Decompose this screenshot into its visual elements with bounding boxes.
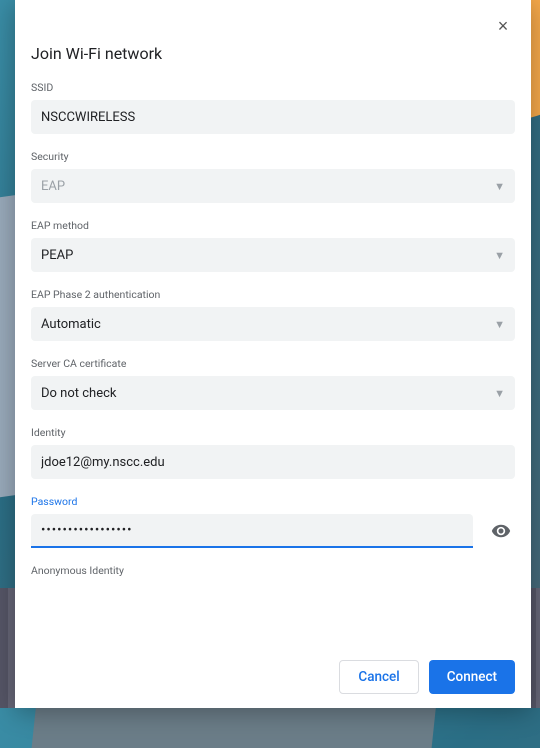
security-select[interactable]: EAP ▼ bbox=[31, 169, 515, 203]
cancel-button[interactable]: Cancel bbox=[339, 660, 418, 694]
password-input[interactable] bbox=[41, 514, 463, 546]
identity-input-wrap[interactable] bbox=[31, 445, 515, 479]
server-ca-label: Server CA certificate bbox=[31, 357, 515, 370]
dialog-footer: Cancel Connect bbox=[15, 632, 531, 694]
close-icon: × bbox=[498, 16, 509, 37]
anonymous-field: Anonymous Identity bbox=[31, 564, 515, 577]
server-ca-select[interactable]: Do not check ▼ bbox=[31, 376, 515, 410]
security-field: Security EAP ▼ bbox=[31, 150, 515, 203]
eap-method-label: EAP method bbox=[31, 219, 515, 232]
eap-method-select[interactable]: PEAP ▼ bbox=[31, 238, 515, 272]
anonymous-label: Anonymous Identity bbox=[31, 564, 515, 577]
eye-icon bbox=[491, 521, 511, 541]
close-button[interactable]: × bbox=[489, 12, 517, 40]
chevron-down-icon: ▼ bbox=[494, 180, 505, 193]
server-ca-field: Server CA certificate Do not check ▼ bbox=[31, 357, 515, 410]
identity-field: Identity bbox=[31, 426, 515, 479]
identity-label: Identity bbox=[31, 426, 515, 439]
eap-phase2-field: EAP Phase 2 authentication Automatic ▼ bbox=[31, 288, 515, 341]
security-label: Security bbox=[31, 150, 515, 163]
dialog-content: Join Wi-Fi network SSID Security EAP ▼ E… bbox=[15, 20, 531, 632]
connect-button[interactable]: Connect bbox=[429, 660, 515, 694]
ssid-label: SSID bbox=[31, 81, 515, 94]
password-field: Password bbox=[31, 495, 515, 548]
eap-method-field: EAP method PEAP ▼ bbox=[31, 219, 515, 272]
ssid-input[interactable] bbox=[41, 100, 505, 134]
ssid-field: SSID bbox=[31, 81, 515, 134]
chevron-down-icon: ▼ bbox=[494, 387, 505, 400]
chevron-down-icon: ▼ bbox=[494, 249, 505, 262]
eap-phase2-select[interactable]: Automatic ▼ bbox=[31, 307, 515, 341]
ssid-input-wrap[interactable] bbox=[31, 100, 515, 134]
eap-phase2-value: Automatic bbox=[41, 317, 101, 332]
wifi-dialog: × Join Wi-Fi network SSID Security EAP ▼… bbox=[15, 0, 531, 708]
toggle-password-visibility-button[interactable] bbox=[487, 517, 515, 545]
dialog-title: Join Wi-Fi network bbox=[31, 44, 515, 63]
password-row bbox=[31, 514, 515, 548]
server-ca-value: Do not check bbox=[41, 386, 117, 401]
security-value: EAP bbox=[41, 179, 65, 194]
chevron-down-icon: ▼ bbox=[494, 318, 505, 331]
eap-method-value: PEAP bbox=[41, 248, 73, 263]
eap-phase2-label: EAP Phase 2 authentication bbox=[31, 288, 515, 301]
password-input-wrap[interactable] bbox=[31, 514, 473, 548]
password-label: Password bbox=[31, 495, 515, 508]
identity-input[interactable] bbox=[41, 445, 505, 479]
